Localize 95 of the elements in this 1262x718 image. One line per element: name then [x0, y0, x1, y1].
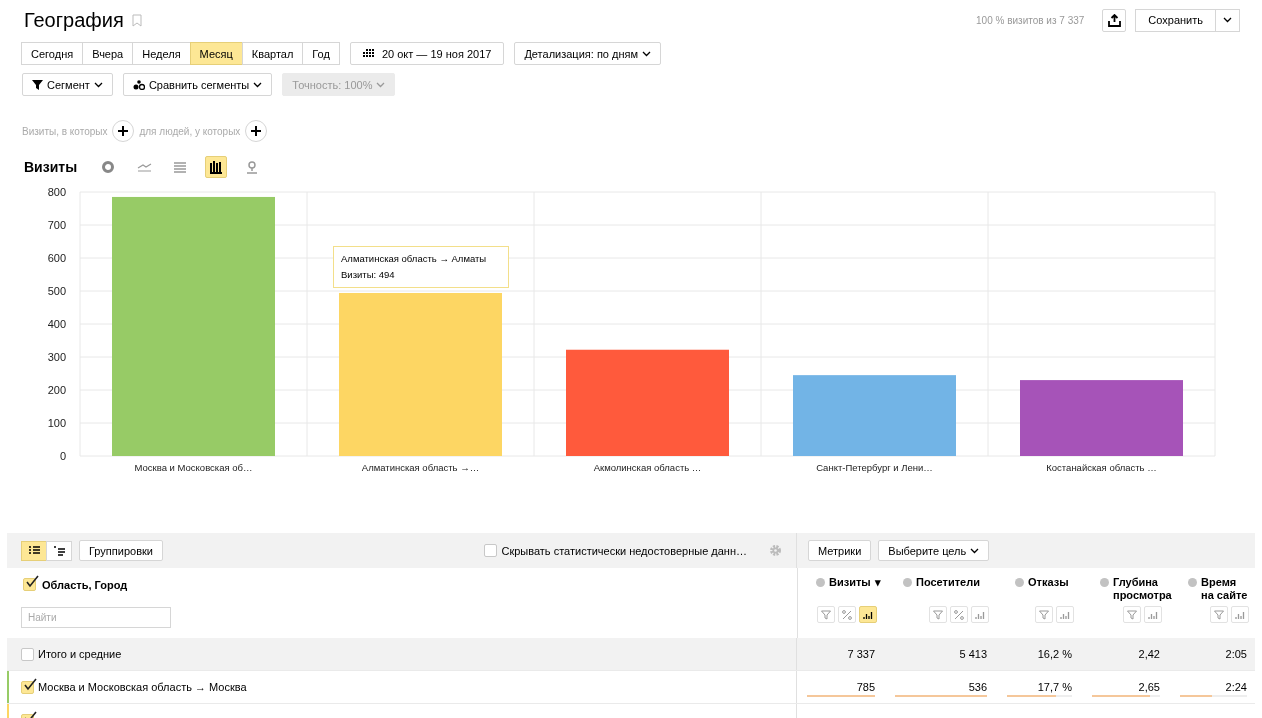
column-header[interactable]: Время на сайте	[1201, 576, 1249, 604]
page-title: География	[24, 8, 124, 32]
y-axis-label: 300	[47, 351, 66, 363]
x-axis-label: Москва и Московская об…	[134, 462, 253, 473]
caret-icon	[376, 81, 386, 88]
y-axis-label: 200	[47, 384, 66, 396]
chart-title: Визиты	[24, 159, 78, 175]
save-menu-button[interactable]	[1215, 8, 1240, 32]
search-field[interactable]: Найти	[21, 607, 171, 628]
caret-icon	[1223, 17, 1232, 23]
x-axis-label: Алматинская область →…	[361, 462, 480, 473]
filter-icon	[32, 79, 43, 90]
funnel-icon[interactable]	[1035, 606, 1053, 623]
table-cell: 5 413	[959, 648, 987, 660]
caret-icon	[970, 547, 980, 554]
sort-indicator: ▾	[874, 576, 881, 590]
bookmark-icon[interactable]	[131, 13, 142, 27]
period-tab[interactable]: Сегодня	[21, 42, 84, 65]
checkbox[interactable]	[484, 544, 498, 557]
x-axis-label: Санкт-Петербург и Лени…	[816, 462, 933, 473]
period-tab[interactable]: Год	[302, 42, 340, 65]
add-condition-button[interactable]	[112, 120, 135, 142]
help-icon[interactable]	[1188, 578, 1197, 587]
dimension-label: Область, Город	[42, 578, 128, 591]
row-label[interactable]: Москва и Московская область → Москва	[38, 681, 247, 693]
bar-chart-icon[interactable]	[859, 606, 877, 623]
add-condition-button[interactable]	[245, 120, 268, 142]
y-axis-label: 800	[47, 186, 66, 198]
table-cell: 2,65	[1138, 681, 1160, 693]
bar-chart-icon[interactable]	[205, 156, 228, 178]
table-cell: 536	[968, 681, 987, 693]
condition-label: Визиты, в которых	[22, 125, 108, 137]
plus-icon	[118, 126, 129, 136]
x-axis-label: Акмолинская область …	[593, 462, 702, 473]
table-cell: 785	[856, 681, 875, 693]
help-icon[interactable]	[903, 578, 912, 587]
list-view-icon	[27, 544, 41, 557]
help-icon[interactable]	[1100, 578, 1109, 587]
row-label: Итого и средние	[38, 648, 122, 660]
upload-icon	[1107, 13, 1121, 27]
detail-dropdown[interactable]: Детализация: по дням	[514, 42, 662, 65]
y-axis-label: 600	[47, 252, 66, 264]
funnel-icon[interactable]	[1210, 606, 1228, 623]
y-axis-label: 400	[47, 318, 66, 330]
period-tab[interactable]: Месяц	[189, 42, 243, 65]
y-axis-label: 500	[47, 285, 66, 297]
tooltip-value: Визиты: 494	[341, 268, 396, 282]
column-header[interactable]: Визиты	[829, 576, 871, 604]
help-icon[interactable]	[816, 578, 825, 587]
table-cell: 7 337	[847, 648, 875, 660]
percent-icon[interactable]	[950, 606, 968, 623]
condition-label: для людей, у которых	[139, 125, 241, 137]
visits-summary: 100 % визитов из 7 337	[976, 14, 1085, 26]
goal-dropdown[interactable]: Выберите цель	[878, 540, 990, 561]
y-axis-label: 700	[47, 219, 66, 231]
metrics-button[interactable]: Метрики	[808, 540, 872, 561]
settings-icon[interactable]	[769, 544, 782, 557]
caret-icon	[93, 81, 103, 88]
period-tab[interactable]: Вчера	[82, 42, 134, 65]
groupings-button[interactable]: Группировки	[79, 540, 163, 561]
period-tab[interactable]: Квартал	[241, 42, 304, 65]
save-button[interactable]: Сохранить	[1135, 8, 1216, 32]
column-header[interactable]: Отказы	[1028, 576, 1069, 604]
help-icon[interactable]	[1015, 578, 1024, 587]
checkbox[interactable]	[21, 680, 34, 694]
y-axis-label: 100	[47, 417, 66, 429]
caret-icon	[642, 50, 652, 57]
y-axis-label: 0	[59, 450, 66, 462]
drops-icon	[132, 79, 145, 90]
calendar-icon	[362, 49, 375, 58]
funnel-icon[interactable]	[817, 606, 835, 623]
x-axis-label: Костанайская область …	[1046, 462, 1157, 473]
funnel-icon[interactable]	[929, 606, 947, 623]
checkbox-label: Скрывать статистически недостоверные данн…	[501, 544, 747, 557]
table-cell: 2:05	[1225, 648, 1247, 660]
tree-view-icon	[52, 544, 66, 557]
caret-icon	[253, 81, 263, 88]
date-range-button[interactable]: 20 окт — 19 ноя 2017	[349, 42, 505, 65]
compare-segments-button[interactable]: Сравнить сегменты	[122, 73, 273, 96]
segment-button[interactable]: Сегмент	[22, 73, 113, 96]
plus-icon	[251, 126, 262, 136]
funnel-icon[interactable]	[1123, 606, 1141, 623]
list-view-button[interactable]	[21, 540, 47, 561]
period-tab[interactable]: Неделя	[132, 42, 191, 65]
table-cell: 16,2 %	[1037, 648, 1072, 660]
table-cell: 2:24	[1225, 681, 1247, 693]
table-cell: 17,7 %	[1037, 681, 1072, 693]
table-cell: 2,42	[1138, 648, 1160, 660]
tooltip-title: Алматинская область → Алматы	[341, 252, 488, 266]
checkbox[interactable]	[21, 647, 34, 661]
export-button[interactable]	[1102, 8, 1127, 32]
column-header[interactable]: Посетители	[916, 576, 980, 604]
tree-view-button[interactable]	[46, 540, 72, 561]
checkbox[interactable]	[23, 578, 36, 591]
column-header[interactable]: Глубина просмотра	[1113, 576, 1172, 604]
